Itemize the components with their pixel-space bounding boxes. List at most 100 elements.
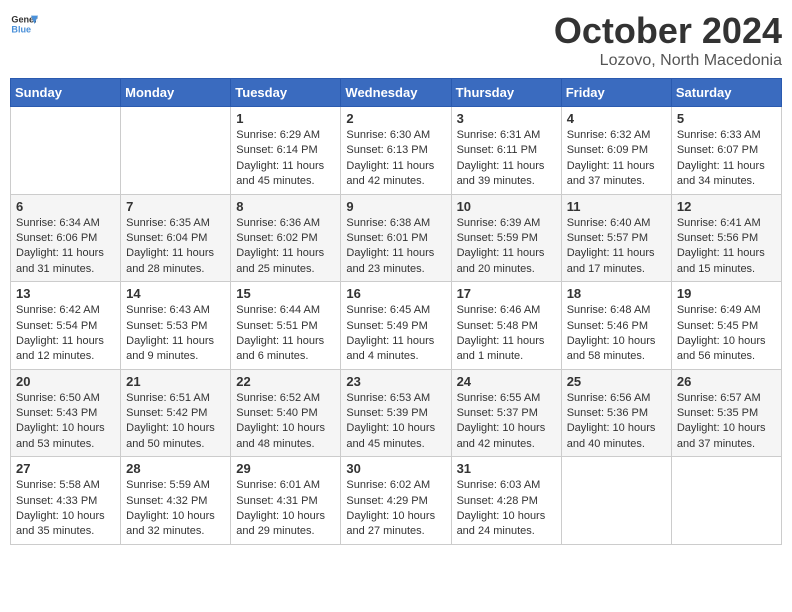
logo-icon: General Blue [10,10,38,38]
table-row: 1 Sunrise: 6:29 AMSunset: 6:14 PMDaylight… [231,107,341,195]
day-info: Sunrise: 6:38 AMSunset: 6:01 PMDaylight:… [346,216,445,278]
table-row: 24 Sunrise: 6:55 AMSunset: 5:37 PMDayligh… [451,369,561,457]
day-number: 26 [677,374,776,389]
header-saturday: Saturday [671,79,781,107]
day-number: 15 [236,286,335,301]
day-info: Sunrise: 6:32 AMSunset: 6:09 PMDaylight:… [567,128,666,190]
day-info: Sunrise: 6:31 AMSunset: 6:11 PMDaylight:… [457,128,556,190]
day-info: Sunrise: 6:34 AMSunset: 6:06 PMDaylight:… [16,216,115,278]
table-row: 14 Sunrise: 6:43 AMSunset: 5:53 PMDayligh… [121,282,231,370]
calendar-week-row: 27 Sunrise: 5:58 AMSunset: 4:33 PMDayligh… [11,457,782,545]
title-section: October 2024 Lozovo, North Macedonia [554,10,782,70]
day-number: 10 [457,199,556,214]
table-row: 9 Sunrise: 6:38 AMSunset: 6:01 PMDaylight… [341,194,451,282]
table-row: 13 Sunrise: 6:42 AMSunset: 5:54 PMDayligh… [11,282,121,370]
day-number: 31 [457,461,556,476]
table-row: 29 Sunrise: 6:01 AMSunset: 4:31 PMDayligh… [231,457,341,545]
day-number: 19 [677,286,776,301]
table-row: 27 Sunrise: 5:58 AMSunset: 4:33 PMDayligh… [11,457,121,545]
table-row: 18 Sunrise: 6:48 AMSunset: 5:46 PMDayligh… [561,282,671,370]
day-number: 11 [567,199,666,214]
table-row: 15 Sunrise: 6:44 AMSunset: 5:51 PMDayligh… [231,282,341,370]
day-number: 9 [346,199,445,214]
day-info: Sunrise: 6:41 AMSunset: 5:56 PMDaylight:… [677,216,776,278]
table-row: 4 Sunrise: 6:32 AMSunset: 6:09 PMDaylight… [561,107,671,195]
table-row: 5 Sunrise: 6:33 AMSunset: 6:07 PMDaylight… [671,107,781,195]
table-row: 20 Sunrise: 6:50 AMSunset: 5:43 PMDayligh… [11,369,121,457]
header-friday: Friday [561,79,671,107]
table-row: 16 Sunrise: 6:45 AMSunset: 5:49 PMDayligh… [341,282,451,370]
day-number: 3 [457,111,556,126]
day-info: Sunrise: 6:51 AMSunset: 5:42 PMDaylight:… [126,391,225,453]
day-number: 13 [16,286,115,301]
day-info: Sunrise: 5:58 AMSunset: 4:33 PMDaylight:… [16,478,115,540]
day-number: 17 [457,286,556,301]
day-number: 18 [567,286,666,301]
day-number: 21 [126,374,225,389]
logo: General Blue [10,10,38,38]
calendar-table: Sunday Monday Tuesday Wednesday Thursday… [10,78,782,545]
location-title: Lozovo, North Macedonia [554,52,782,70]
day-info: Sunrise: 5:59 AMSunset: 4:32 PMDaylight:… [126,478,225,540]
day-number: 16 [346,286,445,301]
calendar-week-row: 6 Sunrise: 6:34 AMSunset: 6:06 PMDaylight… [11,194,782,282]
day-info: Sunrise: 6:44 AMSunset: 5:51 PMDaylight:… [236,303,335,365]
table-row: 21 Sunrise: 6:51 AMSunset: 5:42 PMDayligh… [121,369,231,457]
header-sunday: Sunday [11,79,121,107]
table-row: 6 Sunrise: 6:34 AMSunset: 6:06 PMDaylight… [11,194,121,282]
day-info: Sunrise: 6:33 AMSunset: 6:07 PMDaylight:… [677,128,776,190]
table-row: 31Sunrise: 6:03 AMSunset: 4:28 PMDayligh… [451,457,561,545]
day-info: Sunrise: 6:42 AMSunset: 5:54 PMDaylight:… [16,303,115,365]
table-row: 7Sunrise: 6:35 AMSunset: 6:04 PMDaylight… [121,194,231,282]
day-info: Sunrise: 6:01 AMSunset: 4:31 PMDaylight:… [236,478,335,540]
day-number: 28 [126,461,225,476]
calendar-week-row: 13 Sunrise: 6:42 AMSunset: 5:54 PMDayligh… [11,282,782,370]
table-row [671,457,781,545]
day-info: Sunrise: 6:53 AMSunset: 5:39 PMDaylight:… [346,391,445,453]
month-title: October 2024 [554,10,782,52]
day-info: Sunrise: 6:46 AMSunset: 5:48 PMDaylight:… [457,303,556,365]
day-number: 29 [236,461,335,476]
table-row: 11 Sunrise: 6:40 AMSunset: 5:57 PMDayligh… [561,194,671,282]
day-number: 30 [346,461,445,476]
day-number: 24 [457,374,556,389]
table-row [11,107,121,195]
day-number: 5 [677,111,776,126]
day-info: Sunrise: 6:45 AMSunset: 5:49 PMDaylight:… [346,303,445,365]
day-info: Sunrise: 6:29 AMSunset: 6:14 PMDaylight:… [236,128,335,190]
day-number: 14 [126,286,225,301]
day-info: Sunrise: 6:50 AMSunset: 5:43 PMDaylight:… [16,391,115,453]
day-info: Sunrise: 6:55 AMSunset: 5:37 PMDaylight:… [457,391,556,453]
calendar-week-row: 20 Sunrise: 6:50 AMSunset: 5:43 PMDayligh… [11,369,782,457]
day-number: 1 [236,111,335,126]
table-row: 22 Sunrise: 6:52 AMSunset: 5:40 PMDayligh… [231,369,341,457]
table-row [121,107,231,195]
header-monday: Monday [121,79,231,107]
table-row: 17 Sunrise: 6:46 AMSunset: 5:48 PMDayligh… [451,282,561,370]
header-thursday: Thursday [451,79,561,107]
page-header: General Blue October 2024 Lozovo, North … [10,10,782,70]
day-number: 20 [16,374,115,389]
table-row: 8 Sunrise: 6:36 AMSunset: 6:02 PMDaylight… [231,194,341,282]
svg-text:Blue: Blue [11,24,31,34]
day-info: Sunrise: 6:40 AMSunset: 5:57 PMDaylight:… [567,216,666,278]
table-row: 2Sunrise: 6:30 AMSunset: 6:13 PMDaylight… [341,107,451,195]
day-info: Sunrise: 6:52 AMSunset: 5:40 PMDaylight:… [236,391,335,453]
day-info: Sunrise: 6:36 AMSunset: 6:02 PMDaylight:… [236,216,335,278]
table-row: 3 Sunrise: 6:31 AMSunset: 6:11 PMDaylight… [451,107,561,195]
day-info: Sunrise: 6:49 AMSunset: 5:45 PMDaylight:… [677,303,776,365]
day-number: 6 [16,199,115,214]
day-number: 27 [16,461,115,476]
day-info: Sunrise: 6:48 AMSunset: 5:46 PMDaylight:… [567,303,666,365]
table-row: 30 Sunrise: 6:02 AMSunset: 4:29 PMDayligh… [341,457,451,545]
day-number: 7 [126,199,225,214]
day-number: 22 [236,374,335,389]
calendar-week-row: 1 Sunrise: 6:29 AMSunset: 6:14 PMDaylight… [11,107,782,195]
header-wednesday: Wednesday [341,79,451,107]
day-info: Sunrise: 6:43 AMSunset: 5:53 PMDaylight:… [126,303,225,365]
table-row: 23Sunrise: 6:53 AMSunset: 5:39 PMDayligh… [341,369,451,457]
calendar-header-row: Sunday Monday Tuesday Wednesday Thursday… [11,79,782,107]
day-number: 8 [236,199,335,214]
day-info: Sunrise: 6:02 AMSunset: 4:29 PMDaylight:… [346,478,445,540]
day-number: 4 [567,111,666,126]
